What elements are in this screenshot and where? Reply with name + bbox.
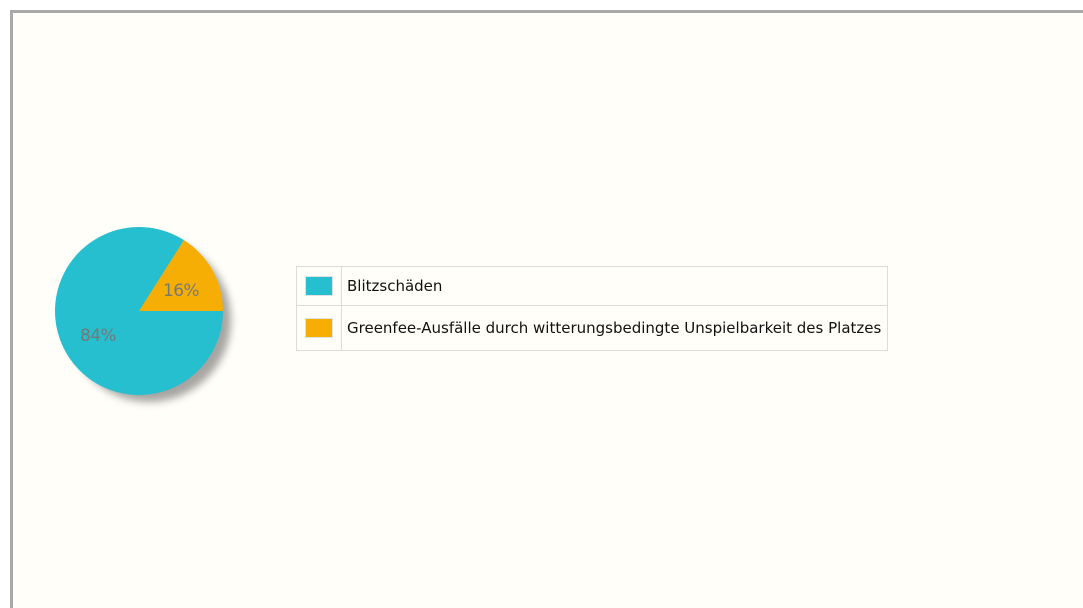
chart-frame: 84% 16% Blitzschäden Greenfee-Ausfälle du… bbox=[10, 10, 1083, 608]
legend-swatch-cell bbox=[296, 305, 342, 351]
legend-swatch-cell bbox=[296, 266, 342, 306]
legend-swatch-greenfee bbox=[305, 318, 333, 339]
legend-label: Greenfee-Ausfälle durch witterungsbeding… bbox=[340, 305, 889, 351]
pie-slices bbox=[55, 227, 224, 395]
legend-item[interactable]: Blitzschäden bbox=[296, 266, 889, 306]
chart-legend: Blitzschäden Greenfee-Ausfälle durch wit… bbox=[296, 266, 889, 351]
pie-chart: 84% 16% bbox=[55, 227, 231, 402]
legend-swatch-blitzschaeden bbox=[305, 276, 333, 297]
legend-label: Blitzschäden bbox=[340, 266, 889, 306]
slice-value-label: 84% bbox=[80, 326, 116, 346]
slice-value-label: 16% bbox=[163, 281, 199, 301]
legend-item[interactable]: Greenfee-Ausfälle durch witterungsbeding… bbox=[296, 305, 889, 351]
